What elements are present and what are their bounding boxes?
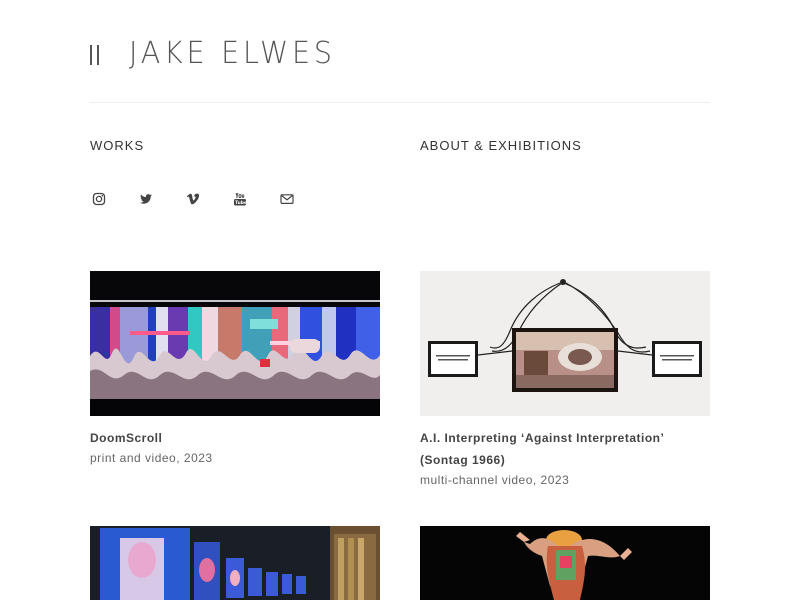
instagram-link[interactable] — [90, 190, 108, 208]
work-thumbnail[interactable] — [420, 271, 710, 416]
work-thumbnail[interactable] — [90, 271, 380, 416]
twitter-link[interactable] — [137, 190, 155, 208]
ai-interpreting-image — [420, 271, 710, 416]
work-meta: print and video, 2023 — [90, 451, 213, 465]
work-card — [90, 526, 380, 606]
work-meta: multi-channel video, 2023 — [420, 473, 570, 487]
doomscroll-image — [90, 271, 380, 416]
work-thumbnail[interactable] — [420, 526, 710, 606]
gallery-screens-image — [90, 526, 380, 600]
nav-about-link[interactable]: ABOUT & EXHIBITIONS — [420, 138, 582, 154]
work-title[interactable]: DoomScroll — [90, 427, 380, 449]
logo-text: JAKE ELWES — [129, 36, 336, 71]
mail-link[interactable] — [278, 190, 296, 208]
header-divider — [90, 102, 710, 103]
work-card: A.I. Interpreting ‘Against Interpretatio… — [420, 271, 710, 489]
twitter-icon — [140, 194, 152, 204]
logo-mark — [90, 45, 99, 65]
mail-icon — [280, 194, 294, 205]
svg-text:Tube: Tube — [235, 200, 247, 206]
work-title[interactable]: A.I. Interpreting ‘Against Interpretatio… — [420, 427, 710, 471]
instagram-icon — [92, 192, 106, 206]
youtube-icon: Tube — [234, 192, 247, 206]
youtube-link[interactable]: Tube — [231, 190, 249, 208]
vimeo-icon — [186, 193, 200, 205]
performer-image — [420, 526, 710, 600]
work-thumbnail[interactable] — [90, 526, 380, 606]
site-logo[interactable]: JAKE ELWES — [90, 38, 347, 70]
work-card: DoomScroll print and video, 2023 — [90, 271, 380, 467]
nav-works-link[interactable]: WORKS — [90, 138, 144, 154]
vimeo-link[interactable] — [184, 190, 202, 208]
work-card — [420, 526, 710, 606]
